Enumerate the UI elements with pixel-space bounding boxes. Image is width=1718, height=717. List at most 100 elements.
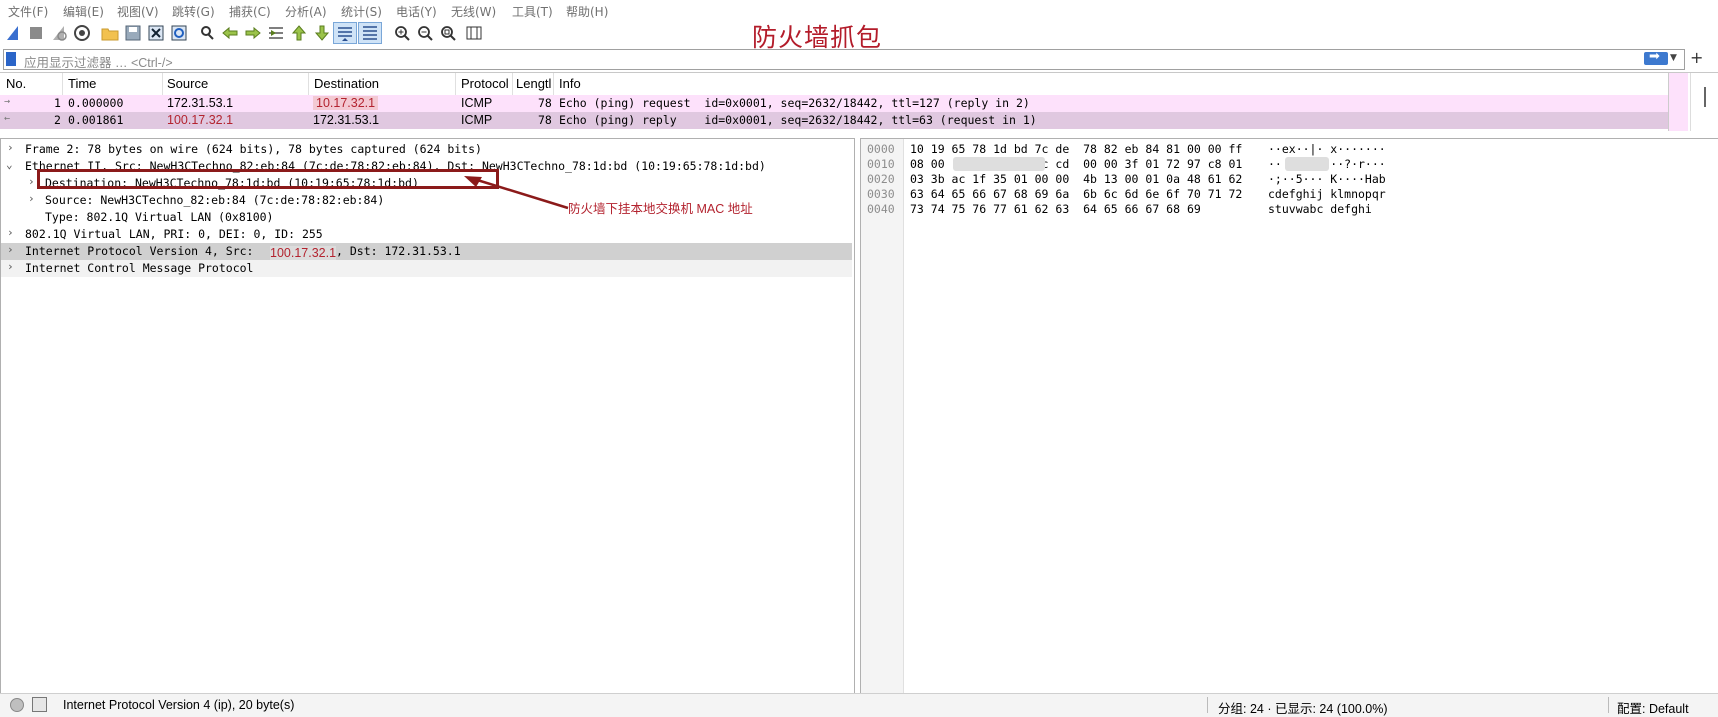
find-icon[interactable] xyxy=(198,24,216,42)
filter-history-dropdown-icon[interactable]: ▼ xyxy=(1670,53,1677,63)
byte-offset: 0040 xyxy=(867,202,895,216)
detail-text: 802.1Q Virtual LAN, PRI: 0, DEI: 0, ID: … xyxy=(25,227,323,241)
expand-arrow-icon[interactable]: › xyxy=(28,175,35,188)
menu-go[interactable]: 跳转(G) xyxy=(172,3,215,20)
zoom-in-icon[interactable] xyxy=(393,24,411,42)
byte-offset: 0010 xyxy=(867,157,895,171)
redacted-blur xyxy=(953,157,1045,171)
hex-row[interactable]: 63 64 65 66 67 68 69 6a 6b 6c 6d 6e 6f 7… xyxy=(910,187,1242,202)
status-packet-count: 分组: 24 · 已显示: 24 (100.0%) xyxy=(1218,702,1388,716)
menu-analyze[interactable]: 分析(A) xyxy=(285,3,327,20)
ascii-row[interactable]: stuvwabc defghi xyxy=(1268,202,1372,217)
save-icon[interactable] xyxy=(124,24,142,42)
close-file-icon[interactable] xyxy=(147,24,165,42)
colorize-icon[interactable] xyxy=(358,22,382,44)
capture-status-icon[interactable] xyxy=(10,698,24,712)
menu-capture[interactable]: 捕获(C) xyxy=(229,3,271,20)
packet-minimap[interactable] xyxy=(1668,73,1688,131)
display-filter-input[interactable]: 应用显示过滤器 … <Ctrl-/> ▼ xyxy=(3,49,1685,70)
packet-list-header: No. Time Source Destination Protocol Len… xyxy=(0,73,1668,96)
detail-row-ipv4-selected[interactable]: › Internet Protocol Version 4, Src: , Ds… xyxy=(1,243,852,260)
ascii-row[interactable]: cdefghij klmnopqr xyxy=(1268,187,1386,202)
detail-row-icmp[interactable]: › Internet Control Message Protocol xyxy=(1,260,852,277)
menu-statistics[interactable]: 统计(S) xyxy=(341,3,382,20)
packet-list: No. Time Source Destination Protocol Len… xyxy=(0,72,1718,133)
autoscroll-icon[interactable] xyxy=(333,22,357,44)
column-header-source[interactable]: Source xyxy=(167,76,208,91)
resize-columns-icon[interactable] xyxy=(465,24,483,42)
menu-view[interactable]: 视图(V) xyxy=(117,3,159,20)
detail-text: Internet Protocol Version 4, Src: xyxy=(25,244,254,258)
edit-comment-icon[interactable] xyxy=(32,697,47,712)
add-filter-button-icon[interactable]: + xyxy=(1690,48,1703,67)
packet-list-scrollbar[interactable] xyxy=(1690,73,1718,131)
byte-offset: 0000 xyxy=(867,142,895,156)
column-header-info[interactable]: Info xyxy=(559,76,581,91)
status-profile[interactable]: 配置: Default xyxy=(1617,698,1689,717)
packet-row[interactable]: → 1 0.000000 172.31.53.1 10.17.32.1 ICMP… xyxy=(0,95,1668,112)
packet-info: Echo (ping) request id=0x0001, seq=2632/… xyxy=(559,96,1030,110)
packet-row-selected[interactable]: ← 2 0.001861 100.17.32.1 172.31.53.1 ICM… xyxy=(0,112,1668,129)
zoom-reset-icon[interactable] xyxy=(439,24,457,42)
first-packet-icon[interactable] xyxy=(290,24,308,42)
packet-no: 2 xyxy=(54,113,61,127)
bookmark-icon[interactable] xyxy=(6,52,16,66)
menu-help[interactable]: 帮助(H) xyxy=(566,3,608,20)
hex-row[interactable]: 10 19 65 78 1d bd 7c de 78 82 eb 84 81 0… xyxy=(910,142,1242,157)
reload-icon[interactable] xyxy=(170,24,188,42)
packet-destination: 172.31.53.1 xyxy=(313,113,380,127)
ascii-row[interactable]: ·;··5··· K····Hab xyxy=(1268,172,1386,187)
ascii-row[interactable]: ··ex··|· x······· xyxy=(1268,142,1386,157)
annotation-highlight-box xyxy=(37,169,499,189)
collapse-arrow-icon[interactable]: ⌄ xyxy=(6,158,13,171)
menu-bar: 文件(F) 编辑(E) 视图(V) 跳转(G) 捕获(C) 分析(A) 统计(S… xyxy=(0,0,1718,20)
packet-source: 172.31.53.1 xyxy=(167,96,234,110)
filter-placeholder: 应用显示过滤器 … <Ctrl-/> xyxy=(24,56,173,70)
menu-tools[interactable]: 工具(T) xyxy=(512,3,553,20)
packet-length: 78 xyxy=(538,96,552,110)
column-header-protocol[interactable]: Protocol xyxy=(461,76,509,91)
back-arrow-icon[interactable] xyxy=(221,24,239,42)
shark-fin-start-icon[interactable] xyxy=(4,24,22,42)
capture-options-icon[interactable] xyxy=(73,24,91,42)
packet-no: 1 xyxy=(54,96,61,110)
redacted-blur xyxy=(1285,157,1329,171)
expand-arrow-icon[interactable]: › xyxy=(7,226,14,239)
zoom-out-icon[interactable] xyxy=(416,24,434,42)
detail-text: Source: NewH3CTechno_82:eb:84 (7c:de:78:… xyxy=(45,193,385,207)
expand-arrow-icon[interactable]: › xyxy=(7,260,14,273)
column-header-destination[interactable]: Destination xyxy=(314,76,379,91)
byte-offset: 0030 xyxy=(867,187,895,201)
menu-file[interactable]: 文件(F) xyxy=(8,3,48,20)
column-header-no[interactable]: No. xyxy=(6,76,26,91)
menu-telephony[interactable]: 电话(Y) xyxy=(396,3,437,20)
packet-protocol: ICMP xyxy=(461,113,493,127)
forward-arrow-icon[interactable] xyxy=(244,24,262,42)
scrollbar-thumb[interactable] xyxy=(1704,87,1706,107)
detail-row-vlan[interactable]: › 802.1Q Virtual LAN, PRI: 0, DEI: 0, ID… xyxy=(1,226,852,243)
packet-info: Echo (ping) reply id=0x0001, seq=2632/18… xyxy=(559,113,1037,127)
open-folder-icon[interactable] xyxy=(101,24,119,42)
expand-arrow-icon[interactable]: › xyxy=(28,192,35,205)
detail-row-frame[interactable]: › Frame 2: 78 bytes on wire (624 bits), … xyxy=(1,141,852,158)
hex-row[interactable]: 03 3b ac 1f 35 01 00 00 4b 13 00 01 0a 4… xyxy=(910,172,1242,187)
last-packet-icon[interactable] xyxy=(313,24,331,42)
packet-details-pane: › Frame 2: 78 bytes on wire (624 bits), … xyxy=(0,138,855,695)
apply-filter-arrow-icon[interactable] xyxy=(1644,49,1668,65)
restart-icon[interactable] xyxy=(50,24,68,42)
detail-text: Frame 2: 78 bytes on wire (624 bits), 78… xyxy=(25,142,482,156)
stop-icon[interactable] xyxy=(27,24,45,42)
packet-bytes-pane: 0000 0010 0020 0030 0040 10 19 65 78 1d … xyxy=(860,138,1718,695)
expand-arrow-icon[interactable]: › xyxy=(7,141,14,154)
column-header-length[interactable]: Lengtl xyxy=(516,76,551,91)
annotation-arrow-icon xyxy=(464,176,569,210)
column-header-time[interactable]: Time xyxy=(68,76,96,91)
byte-offset: 0020 xyxy=(867,172,895,186)
packet-source: 100.17.32.1 xyxy=(167,113,234,127)
go-to-packet-icon[interactable] xyxy=(267,24,285,42)
hex-row[interactable]: 73 74 75 76 77 61 62 63 64 65 66 67 68 6… xyxy=(910,202,1201,217)
expand-arrow-icon[interactable]: › xyxy=(7,243,14,256)
menu-wireless[interactable]: 无线(W) xyxy=(451,3,496,20)
menu-edit[interactable]: 编辑(E) xyxy=(63,3,104,20)
packet-protocol: ICMP xyxy=(461,96,493,110)
